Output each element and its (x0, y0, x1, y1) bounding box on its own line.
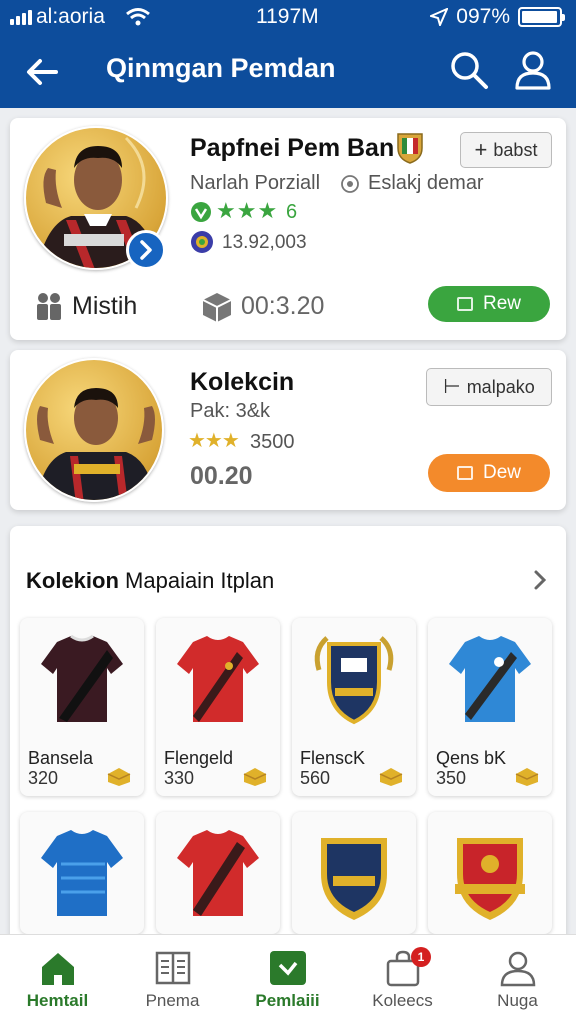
team-crest-icon (397, 133, 423, 164)
shield-navy-gold-icon (321, 838, 387, 920)
collection-section: Kolekion Mapaiain Itplan Bansela 320 Fle… (10, 526, 566, 946)
status-bar: al:aoria 1197M 097% (0, 0, 576, 36)
stat-label: Mistih (72, 292, 138, 320)
square-icon (456, 466, 473, 480)
add-button-label: babst (493, 139, 538, 160)
carrier-label: al:aoria (36, 5, 105, 28)
item-price: 330 (164, 768, 195, 788)
back-arrow-icon[interactable] (22, 52, 62, 92)
shield-crest-icon (314, 636, 394, 725)
page-title: Qinmgan Pemdan (106, 53, 336, 83)
item-tile[interactable]: FlenscK 560 (292, 618, 416, 796)
chevron-right-icon (140, 240, 152, 260)
collection-time: 00.20 (190, 462, 253, 490)
primary-action-label: Rew (482, 293, 521, 314)
player-coins: 13.92,003 (222, 232, 307, 253)
location-icon (430, 8, 449, 26)
player-subtitle: Narlah Porziall (190, 172, 321, 194)
book-icon (155, 951, 191, 985)
jersey-blue-stripes-icon (41, 830, 123, 916)
item-price: 350 (436, 768, 467, 788)
nav-label: Pnema (145, 991, 200, 1010)
item-tile[interactable] (20, 812, 144, 934)
app-bar: Qinmgan Pemdan (0, 36, 576, 108)
notification-badge: 1 (411, 947, 431, 967)
plus-icon: + (474, 137, 488, 162)
collection-card[interactable]: Kolekcin Pak: 3&k ★★★ 3500 00.20 ⊢ malpa… (10, 350, 566, 510)
nav-item-book[interactable]: Pnema (115, 935, 230, 1024)
nav-item-bag[interactable]: 1 Koleecs (345, 935, 460, 1024)
search-icon[interactable] (448, 49, 490, 91)
profile-open-button[interactable] (126, 230, 166, 270)
primary-action-button[interactable]: Rew (428, 286, 550, 322)
add-button[interactable]: + babst (460, 132, 552, 168)
target-icon (341, 175, 359, 193)
nav-item-profile[interactable]: Nuga (460, 935, 575, 1024)
item-price: 320 (28, 768, 59, 788)
item-tile[interactable]: Flengeld 330 (156, 618, 280, 796)
nav-label: Hemtail (26, 991, 89, 1010)
item-price: 560 (300, 768, 331, 788)
nav-label: Koleecs (372, 991, 433, 1010)
nav-item-check[interactable]: Pemlaiii (230, 935, 345, 1024)
check-box-icon (270, 951, 306, 985)
verified-icon (191, 202, 211, 222)
nav-item-home[interactable]: Hemtail (0, 935, 115, 1024)
jersey-maroon-icon (41, 634, 123, 722)
item-tile[interactable]: Qens bK 350 (428, 618, 552, 796)
item-name: FlenscK (300, 748, 366, 768)
item-tile[interactable]: Bansela 320 (20, 618, 144, 796)
player-stars: ★★★ (216, 198, 279, 223)
collection-primary-label: Dew (482, 462, 521, 483)
section-title: Kolekion Mapaiain Itplan (26, 568, 275, 593)
collection-action-button[interactable]: ⊢ malpako (426, 368, 552, 406)
collection-avatar (24, 358, 164, 502)
player-tag: Eslakj demar (368, 172, 484, 194)
item-name: Qens bK (436, 748, 507, 768)
item-tile[interactable] (156, 812, 280, 934)
square-icon (456, 297, 473, 311)
coin-stack-icon (243, 768, 267, 786)
jersey-red-icon (177, 636, 259, 722)
shield-red-gold-icon (455, 838, 525, 920)
battery-percent: 097% (456, 5, 510, 28)
item-tile[interactable] (428, 812, 552, 934)
battery-icon (518, 7, 565, 27)
bottom-nav: Hemtail Pnema Pemlaiii 1 Koleecs Nuga (0, 934, 576, 1024)
collection-name: Kolekcin (190, 368, 295, 396)
jersey-red-sash-icon (177, 830, 259, 916)
collection-stars: ★★★ (188, 430, 240, 452)
collection-subtitle: Pak: 3&k (190, 400, 271, 422)
home-icon (42, 953, 74, 985)
player-rating: 6 (286, 201, 298, 223)
signal-icon (10, 9, 32, 25)
nav-label: Pemlaiii (255, 991, 320, 1010)
minus-icon: ⊢ (443, 376, 461, 398)
item-tile[interactable] (292, 812, 416, 934)
user-icon[interactable] (512, 49, 554, 91)
item-name: Bansela (28, 748, 94, 768)
jersey-blue-icon (449, 636, 531, 722)
wifi-icon (125, 8, 150, 26)
collection-points: 3500 (250, 431, 295, 453)
stat-value: 00:3.20 (241, 292, 325, 320)
player-card[interactable]: Papfnei Pem Ban + babst Narlah Porziall … (10, 118, 566, 340)
item-name: Flengeld (164, 748, 234, 768)
clock: 1197M (256, 5, 319, 28)
team-icon (37, 293, 61, 320)
nav-label: Nuga (497, 991, 538, 1010)
coin-stack-icon (379, 768, 403, 786)
chevron-right-icon[interactable] (530, 568, 550, 592)
coin-icon (191, 231, 213, 253)
coin-stack-icon (107, 768, 131, 786)
collection-primary-button[interactable]: Dew (428, 454, 550, 492)
player-name: Papfnei Pem Ban (190, 134, 395, 162)
collection-action-label: malpako (466, 376, 535, 397)
profile-icon (500, 951, 536, 987)
coin-stack-icon (515, 768, 539, 786)
box-icon (202, 293, 232, 322)
